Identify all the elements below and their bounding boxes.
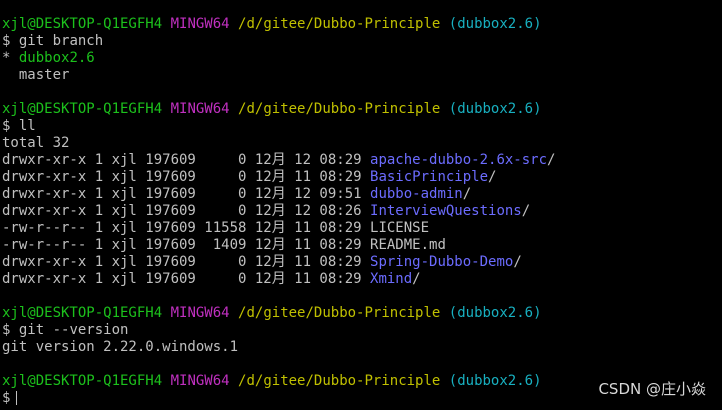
ll-row: drwxr-xr-x 1 xjl 197609 0 12月 11 08:29 S…	[2, 254, 722, 271]
command-line: $ ll	[2, 118, 722, 135]
text-cursor[interactable]	[16, 391, 18, 405]
ll-row-meta: -rw-r--r-- 1 xjl 197609 1409 12月 11 08:2…	[2, 237, 371, 253]
ll-row: drwxr-xr-x 1 xjl 197609 0 12月 12 09:51 d…	[2, 186, 722, 203]
ll-row: drwxr-xr-x 1 xjl 197609 0 12月 12 08:26 I…	[2, 203, 722, 220]
version-output: git version 2.22.0.windows.1	[2, 339, 239, 355]
ll-row-name: Spring-Dubbo-Demo	[370, 254, 514, 270]
ll-row-suffix: /	[462, 186, 472, 202]
prompt-shell: MINGW64	[170, 305, 230, 321]
prompt-branch: (dubbox2.6)	[448, 101, 542, 117]
prompt-symbol: $	[2, 118, 11, 134]
prompt-path: /d/gitee/Dubbo-Principle	[238, 373, 441, 389]
ll-row-name: apache-dubbo-2.6x-src	[370, 152, 548, 168]
prompt-line: xjl@DESKTOP-Q1EGFH4 MINGW64 /d/gitee/Dub…	[2, 16, 722, 33]
prompt-shell: MINGW64	[170, 101, 230, 117]
ll-row-suffix: /	[547, 152, 556, 168]
branch-other: master	[2, 67, 722, 84]
ll-row-meta: drwxr-xr-x 1 xjl 197609 0 12月 12 08:29	[2, 152, 371, 168]
ll-row-name: dubbo-admin	[370, 186, 463, 202]
prompt-shell: MINGW64	[170, 373, 230, 389]
prompt-path: /d/gitee/Dubbo-Principle	[238, 16, 441, 32]
command-line: $ git branch	[2, 33, 722, 50]
ll-row: -rw-r--r-- 1 xjl 197609 11558 12月 11 08:…	[2, 220, 722, 237]
command-text: git --version	[18, 322, 129, 338]
command-line: $ git --version	[2, 322, 722, 339]
prompt-user-host: xjl@DESKTOP-Q1EGFH4	[2, 101, 163, 117]
prompt-branch: (dubbox2.6)	[448, 305, 542, 321]
prompt-path: /d/gitee/Dubbo-Principle	[238, 101, 441, 117]
ll-row: drwxr-xr-x 1 xjl 197609 0 12月 11 08:29 X…	[2, 271, 722, 288]
prompt-user-host: xjl@DESKTOP-Q1EGFH4	[2, 16, 163, 32]
ll-row: drwxr-xr-x 1 xjl 197609 0 12月 11 08:29 B…	[2, 169, 722, 186]
ll-row-suffix: /	[513, 254, 522, 270]
prompt-symbol: $	[2, 390, 11, 406]
ll-row-meta: drwxr-xr-x 1 xjl 197609 0 12月 11 08:29	[2, 169, 371, 185]
ll-row-name: InterviewQuestions	[370, 203, 522, 219]
prompt-user-host: xjl@DESKTOP-Q1EGFH4	[2, 305, 163, 321]
prompt-user-host: xjl@DESKTOP-Q1EGFH4	[2, 373, 163, 389]
current-branch-name: dubbox2.6	[18, 50, 95, 66]
ll-row-meta: drwxr-xr-x 1 xjl 197609 0 12月 12 08:26	[2, 203, 371, 219]
ll-row-meta: -rw-r--r-- 1 xjl 197609 11558 12月 11 08:…	[2, 220, 371, 236]
ll-row-name: Xmind	[370, 271, 413, 287]
ll-row-meta: drwxr-xr-x 1 xjl 197609 0 12月 11 08:29	[2, 271, 371, 287]
prompt-symbol: $	[2, 322, 11, 338]
ll-row-name: README.md	[370, 237, 446, 253]
current-branch-marker: *	[2, 50, 11, 66]
branch-current: * dubbox2.6	[2, 50, 722, 67]
ll-total: total 32	[2, 135, 70, 151]
ll-row: drwxr-xr-x 1 xjl 197609 0 12月 12 08:29 a…	[2, 152, 722, 169]
ll-row: -rw-r--r-- 1 xjl 197609 1409 12月 11 08:2…	[2, 237, 722, 254]
command-text: ll	[18, 118, 36, 134]
prompt-symbol: $	[2, 33, 11, 49]
prompt-line: xjl@DESKTOP-Q1EGFH4 MINGW64 /d/gitee/Dub…	[2, 305, 722, 322]
ll-row-suffix: /	[412, 271, 421, 287]
ll-row-suffix: /	[488, 169, 497, 185]
ll-row-meta: drwxr-xr-x 1 xjl 197609 0 12月 12 09:51	[2, 186, 371, 202]
watermark-text: CSDN @庄小焱	[598, 380, 706, 398]
other-branch-name: master	[18, 67, 70, 83]
command-text: git branch	[18, 33, 104, 49]
ll-row-suffix: /	[521, 203, 531, 219]
prompt-branch: (dubbox2.6)	[448, 373, 542, 389]
ll-row-name: LICENSE	[370, 220, 430, 236]
prompt-shell: MINGW64	[170, 16, 230, 32]
prompt-path: /d/gitee/Dubbo-Principle	[238, 305, 441, 321]
prompt-branch: (dubbox2.6)	[448, 16, 542, 32]
ll-row-meta: drwxr-xr-x 1 xjl 197609 0 12月 11 08:29	[2, 254, 371, 270]
prompt-line: xjl@DESKTOP-Q1EGFH4 MINGW64 /d/gitee/Dub…	[2, 101, 722, 118]
ll-row-name: BasicPrinciple	[370, 169, 489, 185]
terminal-window[interactable]: xjl@DESKTOP-Q1EGFH4 MINGW64 /d/gitee/Dub…	[2, 16, 722, 407]
